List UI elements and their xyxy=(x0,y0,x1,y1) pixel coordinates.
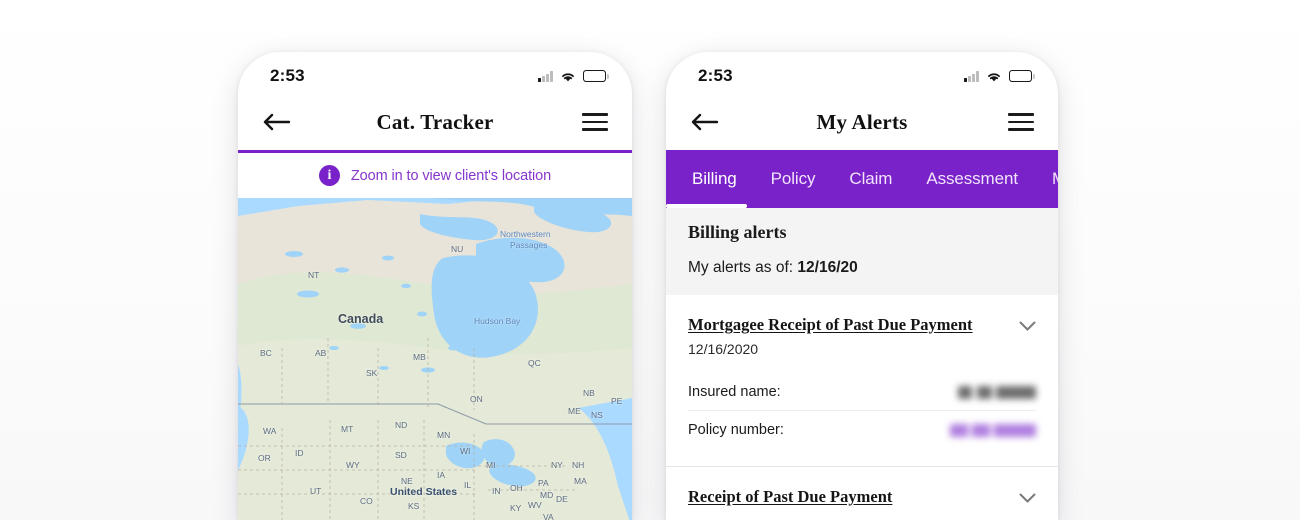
alert-field-label: Policy number: xyxy=(688,422,784,438)
info-banner: i Zoom in to view client's location xyxy=(238,153,632,198)
alert-header-row[interactable]: Mortgagee Receipt of Past Due Payment xyxy=(688,315,1036,337)
map-basemap xyxy=(238,198,632,520)
signal-bars-icon xyxy=(538,71,553,82)
alert-field-label: Insured name: xyxy=(688,384,781,400)
alerts-header: Billing alerts My alerts as of: 12/16/20 xyxy=(666,208,1058,295)
alerts-asof-date: 12/16/20 xyxy=(797,259,858,276)
status-bar: 2:53 xyxy=(666,52,1058,94)
tab-assessment[interactable]: Assessment xyxy=(926,169,1018,189)
battery-icon xyxy=(583,70,609,82)
status-time: 2:53 xyxy=(270,66,305,85)
nav-bar: Cat. Tracker xyxy=(238,94,632,150)
status-icons xyxy=(538,70,609,82)
info-circle-icon: i xyxy=(318,165,340,186)
alerts-asof-label: My alerts as of: xyxy=(688,259,798,276)
alert-title-link[interactable]: Receipt of Past Due Payment xyxy=(688,487,892,507)
tab-active-indicator xyxy=(666,204,747,208)
alert-card: Receipt of Past Due Payment xyxy=(666,467,1058,520)
phone-left-cat-tracker: 2:53 Cat. Tracker i Zoom in to view clie… xyxy=(238,52,632,520)
alert-field-value-redacted xyxy=(958,385,1036,399)
page-title: Cat. Tracker xyxy=(376,109,494,134)
status-bar: 2:53 xyxy=(238,52,632,94)
signal-bars-icon xyxy=(964,71,979,82)
tab-mas[interactable]: Mas xyxy=(1052,169,1058,189)
alert-date: 12/16/2020 xyxy=(688,341,759,357)
alert-card: Mortgagee Receipt of Past Due Payment 12/… xyxy=(666,295,1058,467)
phone-right-my-alerts: 2:53 My Alerts Billing Policy Claim Assessm… xyxy=(666,52,1058,520)
wifi-icon xyxy=(560,70,576,82)
tab-claim[interactable]: Claim xyxy=(849,169,892,189)
alert-field-row: Policy number: xyxy=(688,411,1036,448)
back-arrow-icon[interactable] xyxy=(690,111,720,133)
alert-field-row: Insured name: xyxy=(688,373,1036,411)
alerts-list: Mortgagee Receipt of Past Due Payment 12/… xyxy=(666,295,1058,520)
status-icons xyxy=(964,70,1035,82)
nav-bar: My Alerts xyxy=(666,94,1058,150)
chevron-down-icon[interactable] xyxy=(1019,319,1036,337)
hamburger-menu-icon[interactable] xyxy=(1008,113,1034,131)
alerts-asof: My alerts as of: 12/16/20 xyxy=(688,259,1036,277)
alert-field-value-redacted xyxy=(950,423,1036,437)
map-view[interactable]: Canada United States Hudson Bay Northwester… xyxy=(238,198,632,520)
back-arrow-icon[interactable] xyxy=(262,111,292,133)
alert-title-link[interactable]: Mortgagee Receipt of Past Due Payment xyxy=(688,315,973,335)
page-title: My Alerts xyxy=(816,109,908,134)
hamburger-menu-icon[interactable] xyxy=(582,113,608,131)
chevron-down-icon[interactable] xyxy=(1019,491,1036,509)
tab-policy[interactable]: Policy xyxy=(771,169,816,189)
tab-bar[interactable]: Billing Policy Claim Assessment Mas xyxy=(666,150,1058,208)
status-time: 2:53 xyxy=(698,66,733,85)
alert-header-row[interactable]: Receipt of Past Due Payment xyxy=(688,487,1036,509)
tab-billing[interactable]: Billing xyxy=(692,169,737,189)
info-banner-text: Zoom in to view client's location xyxy=(350,167,552,184)
wifi-icon xyxy=(986,70,1002,82)
alerts-section-title: Billing alerts xyxy=(688,222,787,242)
battery-icon xyxy=(1009,70,1035,82)
